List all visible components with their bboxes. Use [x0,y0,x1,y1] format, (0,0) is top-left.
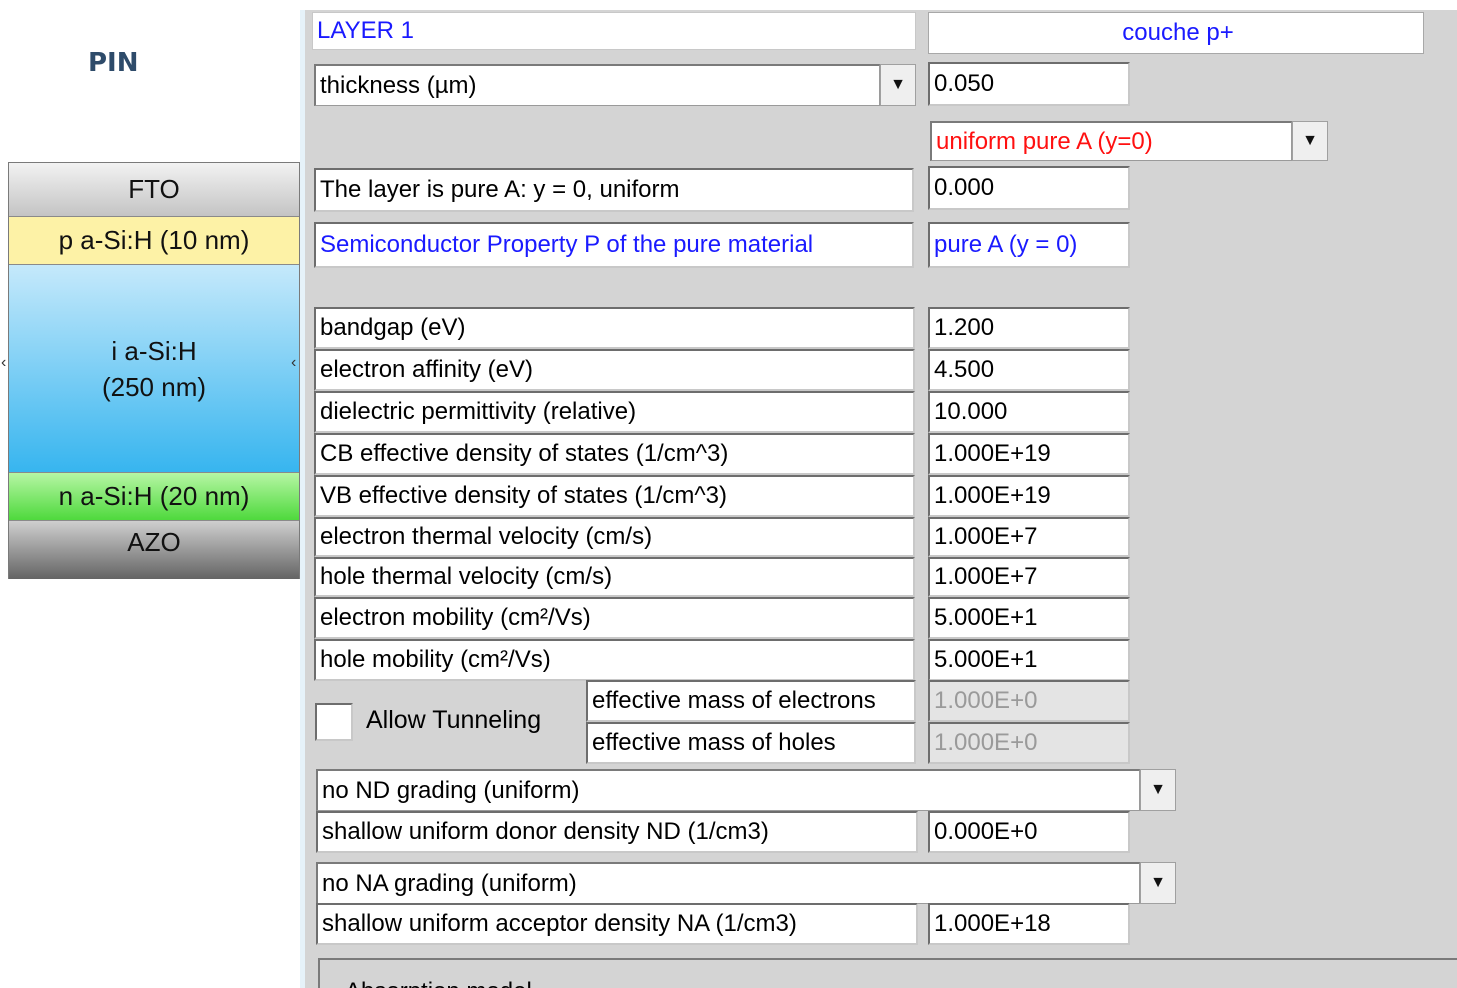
thickness-dropdown-button[interactable]: ▼ [880,64,916,106]
chevron-down-icon: ▼ [1150,874,1166,891]
property-label: Semiconductor Property P of the pure mat… [314,222,914,268]
layer-i-a-si: i a-Si:H (250 nm) [9,265,299,473]
property-value: pure A (y = 0) [928,222,1130,268]
na-grading-select[interactable]: no NA grading (uniform) [316,862,1140,904]
property-row-value-input[interactable]: 1.000E+19 [928,433,1130,475]
right-arrow-icon: ‹ [291,354,297,371]
nd-label: shallow uniform donor density ND (1/cm3) [316,811,918,853]
property-row-label: electron thermal velocity (cm/s) [314,517,915,557]
thickness-input[interactable]: 0.050 [928,62,1130,106]
property-row-label: CB effective density of states (1/cm^3) [314,433,915,475]
nd-grading-dropdown-button[interactable]: ▼ [1140,769,1176,811]
electron-mass-label: effective mass of electrons [586,680,916,722]
layer-name-field: LAYER 1 [312,12,916,50]
na-grading-dropdown-button[interactable]: ▼ [1140,862,1176,904]
composition-dropdown-button[interactable]: ▼ [1292,121,1328,161]
layer-stack-diagram: FTO p a-Si:H (10 nm) i a-Si:H (250 nm) n… [8,162,300,579]
panel-top-strip [300,0,1457,10]
property-row-value-input[interactable]: 1.200 [928,307,1130,349]
property-row-label: VB effective density of states (1/cm^3) [314,475,915,517]
na-value-input[interactable]: 1.000E+18 [928,903,1130,945]
chevron-down-icon: ▼ [1150,781,1166,798]
property-row-value-input[interactable]: 5.000E+1 [928,597,1130,639]
layer-p-a-si: p a-Si:H (10 nm) [9,217,299,265]
composition-value-input[interactable]: 0.000 [928,166,1130,210]
property-row-label: bandgap (eV) [314,307,915,349]
property-row-value-input[interactable]: 1.000E+7 [928,517,1130,557]
property-row-value-input[interactable]: 1.000E+7 [928,557,1130,597]
layer-description-input[interactable]: couche p+ [928,12,1424,54]
property-row-label: electron mobility (cm²/Vs) [314,597,915,639]
electron-mass-input[interactable]: 1.000E+0 [928,680,1130,722]
allow-tunneling-checkbox[interactable] [315,703,353,741]
composition-text: The layer is pure A: y = 0, uniform [314,168,914,212]
thickness-select[interactable]: thickness (µm) [314,64,880,106]
device-title: PIN [88,48,139,78]
layer-azo: AZO [9,521,299,579]
left-arrow-icon: ‹ [1,354,7,371]
allow-tunneling-label: Allow Tunneling [366,706,542,734]
na-label: shallow uniform acceptor density NA (1/c… [316,903,918,945]
property-row-value-input[interactable]: 1.000E+19 [928,475,1130,517]
nd-grading-select[interactable]: no ND grading (uniform) [316,769,1140,811]
chevron-down-icon: ▼ [1302,132,1318,149]
layer-n-a-si: n a-Si:H (20 nm) [9,473,299,521]
layer-fto: FTO [9,163,299,217]
nd-value-input[interactable]: 0.000E+0 [928,811,1130,853]
layer-i-name: i a-Si:H [111,335,197,366]
hole-mass-label: effective mass of holes [586,722,916,764]
property-row-label: hole thermal velocity (cm/s) [314,557,915,597]
hole-mass-input[interactable]: 1.000E+0 [928,722,1130,764]
property-row-label: dielectric permittivity (relative) [314,391,915,433]
property-row-label: hole mobility (cm²/Vs) [314,639,915,681]
property-row-label: electron affinity (eV) [314,349,915,391]
composition-select[interactable]: uniform pure A (y=0) [930,121,1292,161]
property-row-value-input[interactable]: 5.000E+1 [928,639,1130,681]
chevron-down-icon: ▼ [890,76,906,93]
property-row-value-input[interactable]: 10.000 [928,391,1130,433]
property-row-value-input[interactable]: 4.500 [928,349,1130,391]
layer-i-thickness: (250 nm) [101,371,207,402]
absorption-label: Absorption model [345,978,532,988]
